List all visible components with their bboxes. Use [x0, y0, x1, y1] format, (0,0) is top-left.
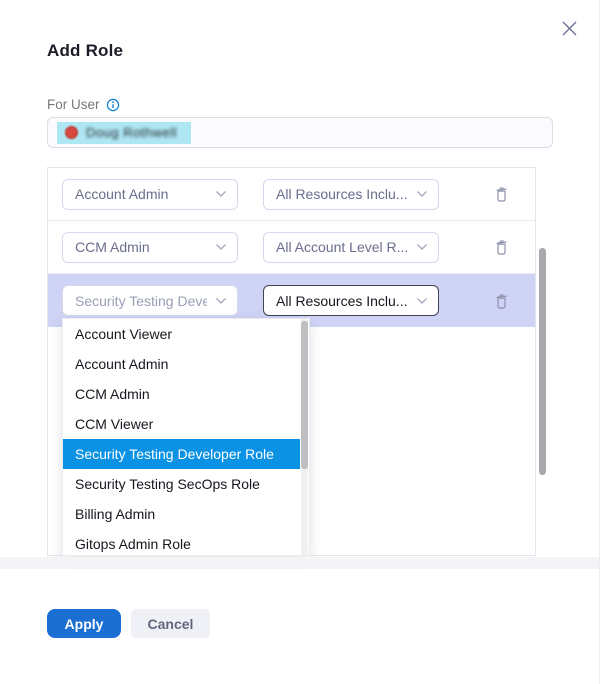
resource-select-1[interactable]: All Resources Inclu... [263, 179, 439, 210]
dropdown-option[interactable]: CCM Admin [63, 379, 309, 409]
dropdown-option[interactable]: Account Viewer [63, 319, 309, 349]
chevron-down-icon [416, 190, 428, 198]
selected-user-chip: Doug Rothwell [57, 122, 191, 144]
page-title: Add Role [47, 41, 123, 61]
role-select-2[interactable]: CCM Admin [62, 232, 238, 263]
dropdown-option[interactable]: Security Testing SecOps Role [63, 469, 309, 499]
info-icon[interactable] [106, 98, 120, 112]
delete-row-3-button[interactable] [486, 286, 516, 316]
footer-divider [0, 557, 600, 569]
role-select-1[interactable]: Account Admin [62, 179, 238, 210]
chevron-down-icon [215, 243, 227, 251]
role-select-1-value: Account Admin [75, 186, 168, 202]
trash-icon [493, 292, 510, 310]
dropdown-option[interactable]: CCM Viewer [63, 409, 309, 439]
resource-select-3-value: All Resources Inclu... [276, 293, 408, 309]
resource-select-3[interactable]: All Resources Inclu... [263, 285, 439, 316]
trash-icon [493, 238, 510, 256]
chevron-down-icon [215, 190, 227, 198]
role-row-1: Account Admin All Resources Inclu... [48, 168, 535, 221]
trash-icon [493, 185, 510, 203]
cancel-button[interactable]: Cancel [131, 609, 210, 638]
role-select-2-value: CCM Admin [75, 239, 150, 255]
dropdown-option-selected[interactable]: Security Testing Developer Role [63, 439, 300, 469]
apply-button[interactable]: Apply [47, 609, 121, 638]
modal-scrollbar-thumb[interactable] [539, 248, 546, 475]
resource-select-2-value: All Account Level R... [276, 239, 408, 255]
user-avatar [65, 126, 78, 139]
close-icon [561, 20, 578, 37]
resource-select-1-value: All Resources Inclu... [276, 186, 408, 202]
add-role-modal: Add Role For User Doug Rothwell Account … [0, 0, 600, 684]
chevron-down-icon [215, 297, 227, 305]
role-row-2: CCM Admin All Account Level R... [48, 221, 535, 274]
user-select-field[interactable]: Doug Rothwell [47, 117, 553, 148]
user-name-blurred: Doug Rothwell [86, 125, 177, 140]
for-user-label: For User [47, 97, 100, 112]
dropdown-scrollbar-thumb[interactable] [301, 321, 308, 469]
chevron-down-icon [416, 243, 428, 251]
role-select-3-open[interactable]: Security Testing Developer Role [62, 285, 238, 316]
role-select-3-placeholder: Security Testing Developer Role [75, 293, 207, 309]
close-button[interactable] [557, 16, 581, 40]
delete-row-2-button[interactable] [486, 232, 516, 262]
chevron-down-icon [416, 297, 428, 305]
role-options-dropdown: Account Viewer Account Admin CCM Admin C… [62, 318, 310, 556]
dropdown-option[interactable]: Gitops Admin Role [63, 529, 309, 556]
delete-row-1-button[interactable] [486, 179, 516, 209]
dropdown-option[interactable]: Billing Admin [63, 499, 309, 529]
resource-select-2[interactable]: All Account Level R... [263, 232, 439, 263]
for-user-label-row: For User [47, 97, 120, 112]
dropdown-option[interactable]: Account Admin [63, 349, 309, 379]
